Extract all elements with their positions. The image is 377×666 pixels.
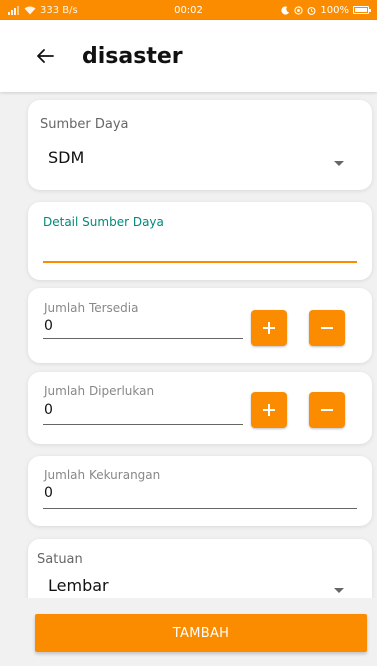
battery-icon bbox=[353, 6, 371, 14]
satuan-card: Satuan Lembar bbox=[28, 539, 372, 598]
minus-icon bbox=[321, 327, 333, 329]
form-scroll-area[interactable]: Sumber Daya SDM Detail Sumber Daya Jumla… bbox=[0, 92, 377, 598]
plus-icon bbox=[263, 322, 275, 334]
jumlah-diperlukan-card: Jumlah Diperlukan 0 bbox=[28, 372, 372, 444]
arrow-left-icon bbox=[37, 49, 54, 63]
jumlah-tersedia-label: Jumlah Tersedia bbox=[44, 301, 139, 315]
plus-icon bbox=[263, 404, 275, 416]
battery-percent: 100% bbox=[320, 4, 349, 16]
jumlah-kekurangan-card: Jumlah Kekurangan 0 bbox=[28, 456, 372, 526]
alarm-icon bbox=[307, 6, 316, 15]
jumlah-tersedia-card: Jumlah Tersedia 0 bbox=[28, 288, 372, 363]
jumlah-tersedia-underline bbox=[43, 338, 243, 339]
tersedia-minus-button[interactable] bbox=[309, 310, 345, 346]
sumber-daya-card: Sumber Daya SDM bbox=[28, 100, 372, 190]
app-bar: disaster bbox=[0, 20, 377, 92]
detail-sumber-daya-card: Detail Sumber Daya bbox=[28, 202, 372, 280]
eye-icon bbox=[294, 5, 304, 15]
tersedia-plus-button[interactable] bbox=[251, 310, 287, 346]
jumlah-kekurangan-label: Jumlah Kekurangan bbox=[44, 468, 161, 482]
status-bar: 333 B/s 00:02 100% bbox=[0, 0, 377, 20]
signal-icon bbox=[8, 5, 19, 15]
status-right: 100% bbox=[281, 4, 371, 16]
network-speed: 333 B/s bbox=[40, 4, 78, 16]
detail-sumber-daya-underline bbox=[43, 261, 357, 263]
jumlah-diperlukan-underline bbox=[43, 424, 243, 425]
diperlukan-plus-button[interactable] bbox=[251, 392, 287, 428]
chevron-down-icon[interactable] bbox=[334, 588, 344, 593]
satuan-label: Satuan bbox=[37, 552, 83, 567]
diperlukan-minus-button[interactable] bbox=[309, 392, 345, 428]
jumlah-diperlukan-input[interactable]: 0 bbox=[44, 402, 53, 418]
minus-icon bbox=[321, 409, 333, 411]
sumber-daya-select[interactable]: SDM bbox=[48, 148, 84, 167]
page-title: disaster bbox=[82, 43, 183, 69]
bottom-bar: TAMBAH bbox=[0, 598, 377, 666]
status-left: 333 B/s bbox=[8, 5, 78, 16]
tambah-button[interactable]: TAMBAH bbox=[35, 614, 367, 652]
jumlah-kekurangan-value: 0 bbox=[44, 485, 53, 501]
wifi-icon bbox=[24, 6, 36, 14]
back-button[interactable] bbox=[30, 41, 60, 71]
satuan-select[interactable]: Lembar bbox=[48, 576, 109, 595]
moon-icon bbox=[281, 5, 290, 15]
detail-sumber-daya-label: Detail Sumber Daya bbox=[43, 215, 164, 229]
chevron-down-icon[interactable] bbox=[334, 161, 344, 166]
sumber-daya-label: Sumber Daya bbox=[40, 117, 129, 132]
jumlah-diperlukan-label: Jumlah Diperlukan bbox=[44, 384, 155, 398]
jumlah-tersedia-input[interactable]: 0 bbox=[44, 318, 53, 334]
jumlah-kekurangan-underline bbox=[43, 508, 357, 509]
